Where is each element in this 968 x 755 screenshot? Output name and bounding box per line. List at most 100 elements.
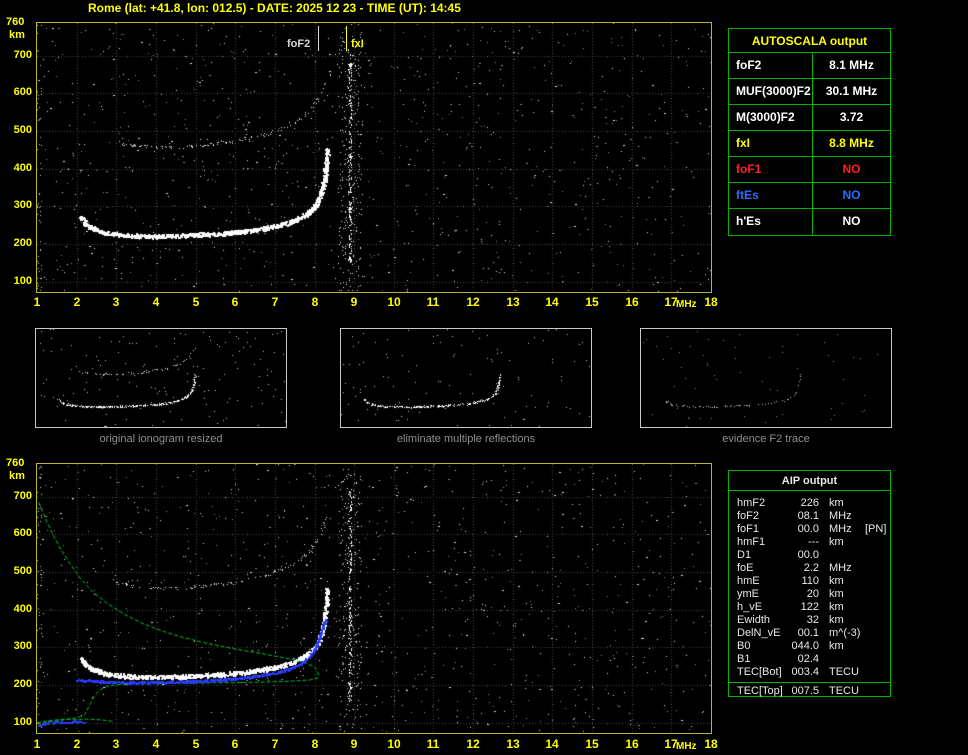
thumbnail-canvas-original: [36, 329, 286, 427]
autoscala-row-label: foF1: [729, 157, 813, 182]
autoscala-row-label: foF2: [729, 53, 813, 78]
aip-row-extra: [PN]: [865, 523, 887, 535]
autoscala-row-value: 8.1 MHz: [829, 58, 874, 72]
autoscala-row-muf3000f2: MUF(3000)F2 30.1 MHz: [729, 79, 890, 105]
aip-row-unit: km: [829, 536, 844, 548]
y-tick-bottom-200: 200: [13, 678, 32, 690]
aip-row-extra: [865, 575, 890, 588]
aip-row-delnve: DelN_vE 00.1 m^(-3): [729, 627, 890, 640]
y-tick-bottom-600: 600: [13, 527, 32, 539]
autoscala-row-fof2: foF2 8.1 MHz: [729, 53, 890, 79]
aip-table-title: AIP output: [729, 471, 890, 491]
autoscala-row-value: 3.72: [839, 110, 864, 124]
aip-row-value: ---: [808, 536, 819, 548]
aip-row-foe: foE 2.2 MHz: [729, 562, 890, 575]
autoscala-row-value: 30.1 MHz: [825, 84, 878, 98]
ionogram-canvas-bottom: [37, 464, 711, 733]
y-tick-bottom-700: 700: [13, 490, 32, 502]
aip-row-label: hmE: [737, 575, 760, 587]
y-tick-bottom-300: 300: [13, 640, 32, 652]
thumbnail-eliminate-multiples: [340, 328, 592, 428]
y-tick-bottom-500: 500: [13, 565, 32, 577]
autoscala-row-hes: h'Es NO: [729, 209, 890, 235]
aip-row-label: B0: [737, 640, 751, 652]
fxi-marker-line: [346, 26, 347, 51]
x-tick-top-14: 14: [545, 295, 559, 309]
autoscala-row-ftes: ftEs NO: [729, 183, 890, 209]
x-tick-bottom-16: 16: [625, 737, 639, 751]
thumbnail-caption-original: original ionogram resized: [99, 433, 223, 445]
aip-row-unit: [819, 549, 865, 562]
x-tick-top-18: 18: [704, 295, 718, 309]
aip-row-label: h_vE: [737, 601, 763, 613]
autoscala-row-label: M(3000)F2: [729, 105, 813, 130]
y-axis-max-label-bottom: 760: [6, 457, 25, 469]
aip-row-unit: km: [829, 601, 844, 613]
x-tick-top-4: 4: [152, 295, 160, 309]
x-tick-top-8: 8: [311, 295, 319, 309]
aip-row-extra: [865, 640, 890, 653]
aip-row-label: DelN_vE: [737, 627, 781, 639]
aip-row-hve: h_vE 122 km: [729, 601, 890, 614]
aip-row-extra: [865, 627, 890, 640]
x-tick-bottom-13: 13: [506, 737, 520, 751]
x-tick-bottom-18: 18: [704, 737, 718, 751]
x-tick-bottom-4: 4: [152, 737, 160, 751]
ionogram-plot-top: foF2 fxI: [36, 22, 712, 293]
aip-row-extra: [865, 666, 890, 679]
aip-row-label: hmF2: [737, 497, 766, 509]
autoscala-row-label: h'Es: [729, 209, 813, 235]
aip-row-value: 20: [806, 588, 819, 600]
aip-row-label: TEC[Top]: [737, 685, 783, 697]
x-tick-bottom-8: 8: [311, 737, 319, 751]
aip-table-body: hmF2 226 km foF2 08.1 MHz foF1 00.0 MHz …: [729, 491, 890, 699]
aip-row-tectop: TEC[Top] 007.5 TECU: [729, 682, 890, 699]
y-tick-top-600: 600: [13, 86, 32, 98]
aip-row-fof2: foF2 08.1 MHz: [729, 510, 890, 523]
aip-row-extra: [865, 685, 890, 699]
x-tick-bottom-15: 15: [585, 737, 599, 751]
x-axis-unit-label-top: MHz: [676, 299, 697, 310]
y-axis-unit-label-bottom: km: [9, 470, 25, 482]
x-tick-bottom-14: 14: [545, 737, 559, 751]
aip-row-label: foF2: [737, 510, 760, 522]
x-tick-top-15: 15: [585, 295, 599, 309]
x-tick-top-7: 7: [271, 295, 279, 309]
autoscala-row-label: MUF(3000)F2: [729, 79, 813, 104]
aip-row-unit: km: [829, 588, 844, 600]
autoscala-window: Rome (lat: +41.8, lon: 012.5) - DATE: 20…: [0, 0, 968, 755]
aip-row-value: 007.5: [791, 685, 819, 697]
aip-row-unit: km: [829, 614, 844, 626]
x-tick-top-11: 11: [426, 295, 440, 309]
x-tick-top-6: 6: [231, 295, 239, 309]
aip-row-label: Ewidth: [737, 614, 771, 626]
x-tick-bottom-6: 6: [231, 737, 239, 751]
fof2-marker-line: [318, 26, 319, 51]
x-tick-bottom-12: 12: [466, 737, 480, 751]
x-tick-top-10: 10: [387, 295, 401, 309]
aip-row-ewidth: Ewidth 32 km: [729, 614, 890, 627]
autoscala-row-fof1: foF1 NO: [729, 157, 890, 183]
aip-row-unit: MHz: [829, 562, 852, 574]
aip-row-extra: [865, 536, 890, 549]
thumbnail-caption-eliminate: eliminate multiple reflections: [396, 433, 536, 445]
x-tick-top-16: 16: [625, 295, 639, 309]
aip-row-tecbot: TEC[Bot] 003.4 TECU: [729, 666, 890, 679]
aip-row-unit: [819, 653, 865, 666]
aip-row-d1: D1 00.0: [729, 549, 890, 562]
autoscala-row-label: fxI: [729, 131, 813, 156]
thumbnail-evidence-f2: [640, 328, 892, 428]
aip-row-unit: km: [829, 497, 844, 509]
aip-row-value: 00.1: [797, 627, 819, 639]
aip-row-extra: [865, 497, 890, 510]
window-title: Rome (lat: +41.8, lon: 012.5) - DATE: 20…: [88, 1, 461, 15]
x-tick-bottom-1: 1: [33, 737, 41, 751]
autoscala-row-fxi: fxI 8.8 MHz: [729, 131, 890, 157]
x-tick-top-13: 13: [506, 295, 520, 309]
x-tick-top-9: 9: [350, 295, 358, 309]
aip-row-extra: [865, 614, 890, 627]
aip-row-label: TEC[Bot]: [737, 666, 782, 678]
aip-row-unit: m^(-3): [829, 627, 861, 639]
y-tick-top-500: 500: [13, 124, 32, 136]
x-tick-top-3: 3: [112, 295, 120, 309]
